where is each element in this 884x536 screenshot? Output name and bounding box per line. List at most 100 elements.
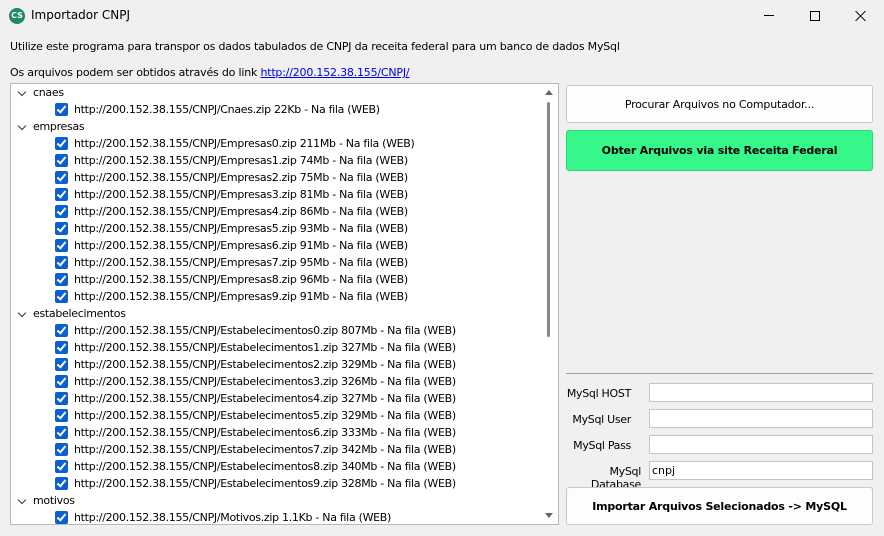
tree-item-label: http://200.152.38.155/CNPJ/Estabelecimen… [74, 460, 456, 473]
tree-item[interactable]: http://200.152.38.155/CNPJ/Empresas2.zip… [11, 169, 558, 186]
download-receita-button[interactable]: Obter Arquivos via site Receita Federal [566, 130, 873, 171]
tree-item[interactable]: http://200.152.38.155/CNPJ/Estabelecimen… [11, 390, 558, 407]
tree-item-label: http://200.152.38.155/CNPJ/Empresas1.zip… [74, 154, 408, 167]
scroll-thumb[interactable] [547, 102, 550, 337]
tree-item[interactable]: http://200.152.38.155/CNPJ/Empresas3.zip… [11, 186, 558, 203]
divider [566, 373, 873, 374]
item-checkbox[interactable] [55, 510, 68, 524]
tree-item[interactable]: http://200.152.38.155/CNPJ/Estabelecimen… [11, 475, 558, 492]
item-checkbox[interactable] [55, 289, 68, 303]
tree-item[interactable]: http://200.152.38.155/CNPJ/Empresas9.zip… [11, 288, 558, 305]
tree-item-label: http://200.152.38.155/CNPJ/Empresas9.zip… [74, 290, 408, 303]
mysql-host-label: MySql HOST [566, 387, 631, 400]
item-checkbox[interactable] [55, 323, 68, 337]
tree-item[interactable]: http://200.152.38.155/CNPJ/Estabelecimen… [11, 322, 558, 339]
tree-item[interactable]: http://200.152.38.155/CNPJ/Estabelecimen… [11, 356, 558, 373]
file-tree-content: cnaes http://200.152.38.155/CNPJ/Cnaes.zi… [11, 84, 558, 524]
tree-group[interactable]: empresas [11, 118, 558, 135]
file-tree[interactable]: cnaes http://200.152.38.155/CNPJ/Cnaes.zi… [10, 83, 559, 525]
chevron-down-icon[interactable] [17, 121, 27, 130]
chevron-down-icon[interactable] [17, 87, 27, 96]
tree-group-label: cnaes [33, 86, 64, 99]
item-checkbox[interactable] [55, 340, 68, 354]
app-icon: CS [9, 8, 25, 24]
scroll-down-icon[interactable] [545, 513, 553, 518]
tree-item-label: http://200.152.38.155/CNPJ/Estabelecimen… [74, 426, 456, 439]
item-checkbox[interactable] [55, 459, 68, 473]
tree-item-label: http://200.152.38.155/CNPJ/Estabelecimen… [74, 358, 456, 371]
tree-item[interactable]: http://200.152.38.155/CNPJ/Empresas5.zip… [11, 220, 558, 237]
tree-item-label: http://200.152.38.155/CNPJ/Empresas3.zip… [74, 188, 408, 201]
tree-item-label: http://200.152.38.155/CNPJ/Estabelecimen… [74, 477, 456, 490]
maximize-icon [810, 10, 820, 21]
tree-group[interactable]: estabelecimentos [11, 305, 558, 322]
item-checkbox[interactable] [55, 102, 68, 116]
item-checkbox[interactable] [55, 442, 68, 456]
mysql-pass-label: MySql Pass [573, 439, 631, 452]
item-checkbox[interactable] [55, 170, 68, 184]
item-checkbox[interactable] [55, 255, 68, 269]
tree-item[interactable]: http://200.152.38.155/CNPJ/Empresas4.zip… [11, 203, 558, 220]
tree-group-label: motivos [33, 494, 75, 507]
tree-group[interactable]: cnaes [11, 84, 558, 101]
tree-item[interactable]: http://200.152.38.155/CNPJ/Estabelecimen… [11, 441, 558, 458]
tree-item-label: http://200.152.38.155/CNPJ/Estabelecimen… [74, 443, 456, 456]
mysql-db-field[interactable]: cnpj [649, 461, 873, 480]
maximize-button[interactable] [792, 0, 838, 31]
chevron-down-icon[interactable] [17, 495, 27, 504]
window-title: Importador CNPJ [31, 8, 131, 22]
tree-item[interactable]: http://200.152.38.155/CNPJ/Empresas7.zip… [11, 254, 558, 271]
mysql-pass-field[interactable] [649, 435, 873, 454]
tree-item-label: http://200.152.38.155/CNPJ/Empresas0.zip… [74, 137, 415, 150]
tree-item-label: http://200.152.38.155/CNPJ/Estabelecimen… [74, 375, 456, 388]
tree-item[interactable]: http://200.152.38.155/CNPJ/Estabelecimen… [11, 407, 558, 424]
item-checkbox[interactable] [55, 391, 68, 405]
item-checkbox[interactable] [55, 153, 68, 167]
tree-item-label: http://200.152.38.155/CNPJ/Cnaes.zip 22K… [74, 103, 380, 116]
item-checkbox[interactable] [55, 272, 68, 286]
mysql-user-field[interactable] [649, 409, 873, 428]
tree-group-label: estabelecimentos [33, 307, 126, 320]
item-checkbox[interactable] [55, 187, 68, 201]
item-checkbox[interactable] [55, 357, 68, 371]
tree-group[interactable]: motivos [11, 492, 558, 509]
browse-files-button[interactable]: Procurar Arquivos no Computador... [566, 85, 873, 123]
import-mysql-button[interactable]: Importar Arquivos Selecionados -> MySQL [566, 487, 873, 525]
tree-item[interactable]: http://200.152.38.155/CNPJ/Cnaes.zip 22K… [11, 101, 558, 118]
mysql-host-field[interactable] [649, 383, 873, 402]
tree-item[interactable]: http://200.152.38.155/CNPJ/Empresas0.zip… [11, 135, 558, 152]
tree-item[interactable]: http://200.152.38.155/CNPJ/Estabelecimen… [11, 458, 558, 475]
tree-item-label: http://200.152.38.155/CNPJ/Empresas2.zip… [74, 171, 408, 184]
item-checkbox[interactable] [55, 425, 68, 439]
item-checkbox[interactable] [55, 476, 68, 490]
tree-item[interactable]: http://200.152.38.155/CNPJ/Estabelecimen… [11, 373, 558, 390]
tree-item-label: http://200.152.38.155/CNPJ/Empresas7.zip… [74, 256, 408, 269]
tree-item-label: http://200.152.38.155/CNPJ/Empresas4.zip… [74, 205, 408, 218]
scroll-up-icon[interactable] [545, 90, 553, 95]
tree-item[interactable]: http://200.152.38.155/CNPJ/Empresas1.zip… [11, 152, 558, 169]
item-checkbox[interactable] [55, 238, 68, 252]
item-checkbox[interactable] [55, 204, 68, 218]
source-link-line: Os arquivos podem ser obtidos através do… [10, 66, 410, 79]
chevron-down-icon[interactable] [17, 308, 27, 317]
item-checkbox[interactable] [55, 136, 68, 150]
item-checkbox[interactable] [55, 408, 68, 422]
tree-scrollbar[interactable] [541, 84, 558, 524]
tree-item[interactable]: http://200.152.38.155/CNPJ/Estabelecimen… [11, 339, 558, 356]
tree-item[interactable]: http://200.152.38.155/CNPJ/Estabelecimen… [11, 424, 558, 441]
close-button[interactable] [838, 0, 884, 31]
tree-item[interactable]: http://200.152.38.155/CNPJ/Motivos.zip 1… [11, 509, 558, 524]
tree-item[interactable]: http://200.152.38.155/CNPJ/Empresas8.zip… [11, 271, 558, 288]
tree-item[interactable]: http://200.152.38.155/CNPJ/Empresas6.zip… [11, 237, 558, 254]
tree-item-label: http://200.152.38.155/CNPJ/Motivos.zip 1… [74, 511, 392, 524]
link-prefix: Os arquivos podem ser obtidos através do… [10, 66, 261, 79]
mysql-user-label: MySql User [572, 413, 631, 426]
tree-item-label: http://200.152.38.155/CNPJ/Empresas8.zip… [74, 273, 408, 286]
source-link[interactable]: http://200.152.38.155/CNPJ/ [260, 66, 409, 79]
title-bar: CS Importador CNPJ [0, 0, 884, 31]
minimize-button[interactable] [746, 0, 792, 31]
minimize-icon [764, 15, 774, 16]
item-checkbox[interactable] [55, 221, 68, 235]
item-checkbox[interactable] [55, 374, 68, 388]
tree-item-label: http://200.152.38.155/CNPJ/Estabelecimen… [74, 392, 456, 405]
